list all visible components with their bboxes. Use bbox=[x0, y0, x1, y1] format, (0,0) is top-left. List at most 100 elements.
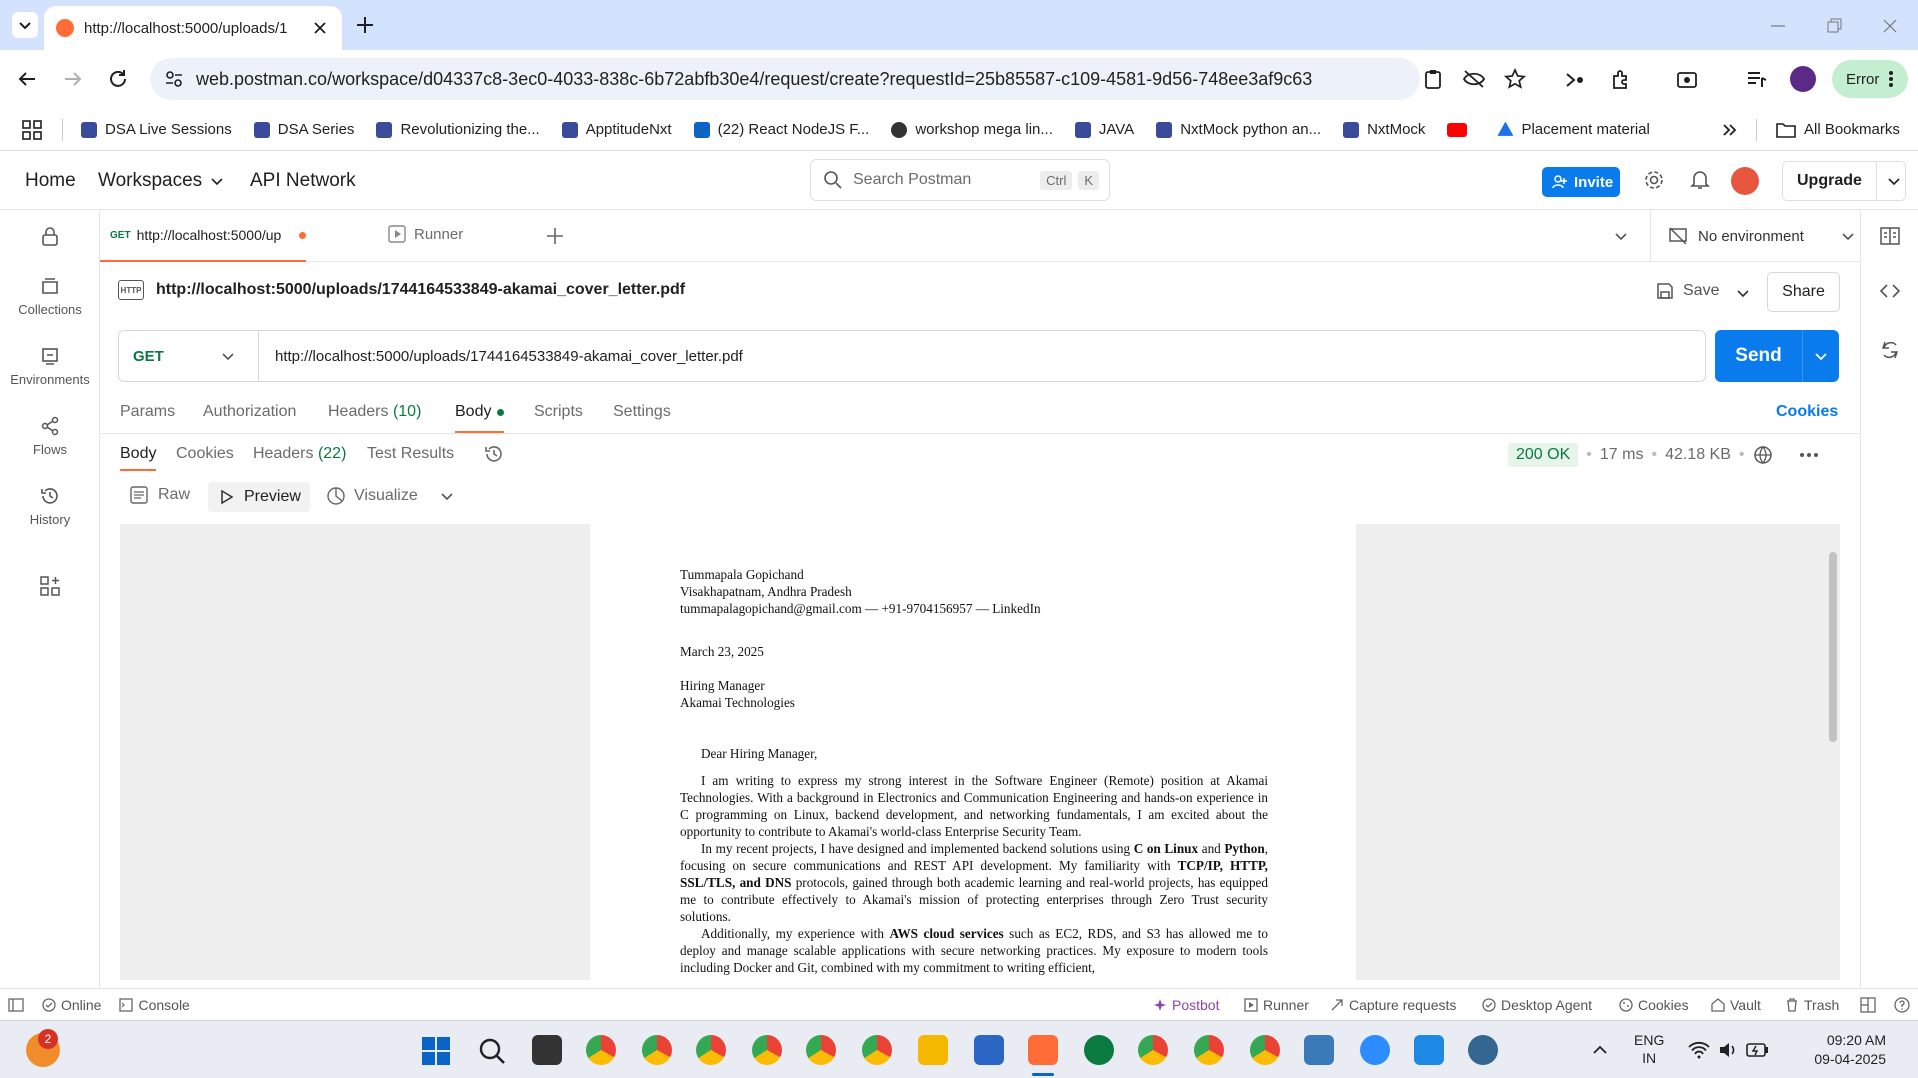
all-bookmarks-folder[interactable]: All Bookmarks bbox=[1776, 121, 1900, 139]
vscode-icon[interactable] bbox=[1414, 1035, 1444, 1065]
toggle-sidebar-icon[interactable] bbox=[8, 997, 24, 1013]
file-explorer-icon[interactable] bbox=[918, 1035, 948, 1065]
apps-grid-icon[interactable] bbox=[22, 119, 42, 140]
configure-sidebar-icon[interactable] bbox=[40, 576, 60, 596]
search-icon[interactable] bbox=[478, 1037, 506, 1065]
windows-start-icon[interactable] bbox=[422, 1037, 450, 1065]
wifi-icon[interactable] bbox=[1688, 1041, 1710, 1059]
view-raw-button[interactable]: Raw bbox=[130, 486, 190, 504]
settings-gear-icon[interactable] bbox=[1643, 169, 1665, 191]
capture-requests-button[interactable]: Capture requests bbox=[1330, 997, 1456, 1013]
forward-icon[interactable] bbox=[62, 68, 84, 90]
clipboard-icon[interactable] bbox=[1422, 68, 1444, 90]
code-icon[interactable] bbox=[1879, 280, 1901, 302]
save-button[interactable]: Save bbox=[1655, 281, 1719, 301]
more-options-icon[interactable] bbox=[1799, 452, 1819, 458]
site-info-icon[interactable] bbox=[164, 69, 184, 89]
bell-icon[interactable] bbox=[1689, 169, 1711, 191]
view-preview-button[interactable]: Preview bbox=[208, 482, 310, 512]
tab-headers[interactable]: Headers (10) bbox=[328, 403, 421, 421]
postman-app-icon[interactable] bbox=[1028, 1035, 1058, 1065]
bookmark-item[interactable]: Revolutionizing the... bbox=[376, 121, 540, 138]
preview-scrollbar[interactable] bbox=[1829, 552, 1837, 742]
online-status[interactable]: Online bbox=[42, 997, 101, 1013]
nav-api-network[interactable]: API Network bbox=[250, 170, 356, 192]
bookmark-item[interactable]: (22) React NodeJS F... bbox=[693, 121, 869, 138]
cookies-link[interactable]: Cookies bbox=[1776, 403, 1838, 421]
sidebar-item-collections[interactable]: Collections bbox=[0, 276, 100, 317]
bookmark-item[interactable]: ApptitudeNxt bbox=[561, 121, 672, 138]
new-tab-icon[interactable] bbox=[354, 14, 376, 36]
address-bar[interactable]: web.postman.co/workspace/d04337c8-3ec0-4… bbox=[150, 58, 1526, 100]
desktop-agent-button[interactable]: Desktop Agent bbox=[1482, 997, 1592, 1013]
tab-settings[interactable]: Settings bbox=[613, 403, 671, 421]
media-queue-icon[interactable] bbox=[1746, 68, 1768, 90]
bookmark-item[interactable]: DSA Live Sessions bbox=[81, 121, 232, 138]
url-input[interactable]: http://localhost:5000/uploads/1744164533… bbox=[259, 348, 743, 365]
runner-tab[interactable]: Runner bbox=[388, 225, 463, 243]
request-title[interactable]: http://localhost:5000/uploads/1744164533… bbox=[156, 281, 685, 299]
chrome-icon[interactable] bbox=[806, 1035, 836, 1065]
screenshot-icon[interactable] bbox=[1676, 68, 1698, 90]
bookmark-item[interactable]: DSA Series bbox=[253, 121, 354, 138]
bookmark-item[interactable]: NxtMock bbox=[1343, 121, 1425, 138]
browser-tab-active[interactable]: http://localhost:5000/uploads/1 bbox=[44, 6, 342, 50]
postbot-button[interactable]: Postbot bbox=[1153, 997, 1219, 1013]
mongodb-icon[interactable] bbox=[1084, 1035, 1114, 1065]
back-icon[interactable] bbox=[16, 68, 38, 90]
user-avatar[interactable] bbox=[1731, 167, 1759, 195]
volume-icon[interactable] bbox=[1718, 1041, 1738, 1059]
lock-icon[interactable] bbox=[39, 225, 61, 247]
console-button[interactable]: Console bbox=[119, 997, 190, 1013]
chrome-icon[interactable] bbox=[696, 1035, 726, 1065]
bookmark-item[interactable]: NxtMock python an... bbox=[1156, 121, 1321, 138]
tab-scripts[interactable]: Scripts bbox=[534, 403, 583, 421]
history-icon[interactable] bbox=[484, 444, 504, 464]
resp-tab-headers[interactable]: Headers (22) bbox=[253, 445, 346, 463]
chrome-icon[interactable] bbox=[642, 1035, 672, 1065]
zoom-icon[interactable] bbox=[1360, 1035, 1390, 1065]
view-visualize-button[interactable]: Visualize bbox=[326, 486, 454, 506]
layout-icon[interactable] bbox=[1860, 996, 1876, 1013]
related-collections-icon[interactable] bbox=[1881, 340, 1899, 360]
bookmark-item[interactable]: JAVA bbox=[1074, 121, 1134, 138]
send-options-chevron-icon[interactable] bbox=[1813, 348, 1829, 364]
chrome-icon[interactable] bbox=[1138, 1035, 1168, 1065]
vault-button[interactable]: Vault bbox=[1711, 997, 1761, 1013]
help-icon[interactable] bbox=[1894, 996, 1910, 1013]
documentation-icon[interactable] bbox=[1879, 225, 1901, 247]
postgresql-icon[interactable] bbox=[1468, 1035, 1498, 1065]
resp-tab-body[interactable]: Body bbox=[120, 445, 157, 471]
bookmark-item-youtube[interactable] bbox=[1447, 122, 1475, 137]
battery-icon[interactable] bbox=[1746, 1041, 1770, 1059]
eye-off-icon[interactable] bbox=[1462, 68, 1486, 90]
request-tab-active[interactable]: GET http://localhost:5000/up bbox=[100, 210, 306, 262]
cookies-button[interactable]: Cookies bbox=[1619, 997, 1689, 1013]
environment-selector[interactable]: No environment bbox=[1668, 226, 1856, 246]
method-select[interactable]: GET bbox=[119, 331, 259, 381]
chrome-icon[interactable] bbox=[862, 1035, 892, 1065]
runner-button[interactable]: Runner bbox=[1244, 997, 1309, 1013]
nav-home[interactable]: Home bbox=[25, 170, 76, 192]
bookmark-item[interactable]: workshop mega lin... bbox=[891, 121, 1053, 138]
show-hidden-icons-chevron-icon[interactable] bbox=[1592, 1043, 1608, 1057]
tab-authorization[interactable]: Authorization bbox=[203, 403, 296, 421]
restore-icon[interactable] bbox=[1824, 16, 1844, 36]
resp-tab-cookies[interactable]: Cookies bbox=[176, 445, 234, 463]
invite-button[interactable]: Invite bbox=[1542, 167, 1620, 197]
chrome-icon[interactable] bbox=[1250, 1035, 1280, 1065]
trash-button[interactable]: Trash bbox=[1785, 997, 1839, 1013]
tab-body[interactable]: Body bbox=[455, 403, 505, 433]
extension-icon-1[interactable] bbox=[1564, 70, 1586, 90]
response-size[interactable]: 42.18 KB bbox=[1665, 446, 1731, 464]
nav-workspaces[interactable]: Workspaces bbox=[98, 170, 224, 192]
close-icon[interactable] bbox=[310, 18, 330, 38]
app-window-icon[interactable] bbox=[1304, 1035, 1334, 1065]
new-request-tab-icon[interactable] bbox=[545, 226, 565, 246]
search-postman-input[interactable]: Search Postman Ctrl K bbox=[810, 159, 1110, 201]
status-badge[interactable]: 200 OK bbox=[1508, 443, 1579, 467]
system-clock[interactable]: 09:20 AM 09-04-2025 bbox=[1804, 1031, 1886, 1069]
sidebar-item-flows[interactable]: Flows bbox=[0, 416, 100, 457]
sidebar-item-history[interactable]: History bbox=[0, 486, 100, 527]
bookmark-item[interactable]: Placement material bbox=[1497, 121, 1650, 138]
